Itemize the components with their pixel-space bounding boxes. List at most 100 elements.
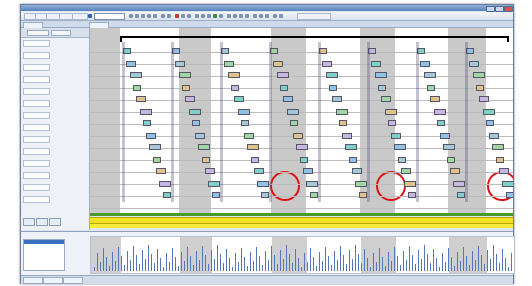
timeline-task-bar[interactable] bbox=[185, 96, 196, 102]
timeline-task-bar[interactable] bbox=[208, 181, 221, 187]
timeline-task-bar[interactable] bbox=[384, 109, 397, 115]
timeline-task-bar[interactable] bbox=[355, 181, 368, 187]
status-tab-3[interactable] bbox=[63, 277, 83, 284]
timeline-task-bar[interactable] bbox=[482, 109, 495, 115]
toolbar-icon[interactable] bbox=[273, 13, 277, 18]
timeline-task-bar[interactable] bbox=[129, 72, 142, 78]
timeline-task-bar[interactable] bbox=[377, 85, 386, 91]
timeline-task-bar[interactable] bbox=[211, 192, 220, 198]
timeline-task-bar[interactable] bbox=[159, 181, 172, 187]
toolbar-icon[interactable] bbox=[141, 13, 145, 18]
timeline-task-bar[interactable] bbox=[407, 192, 416, 198]
timeline-task-bar[interactable] bbox=[374, 72, 387, 78]
timeline-task-bar[interactable] bbox=[420, 61, 431, 67]
timeline-task-bar[interactable] bbox=[450, 168, 460, 174]
timeline-task-bar[interactable] bbox=[299, 157, 308, 163]
track-button-3[interactable] bbox=[49, 218, 61, 226]
track-label[interactable] bbox=[23, 160, 50, 167]
track-label[interactable] bbox=[23, 52, 50, 59]
toolbar-icon[interactable] bbox=[88, 13, 92, 18]
timeline-task-bar[interactable] bbox=[227, 72, 240, 78]
timeline-task-bar[interactable] bbox=[156, 168, 166, 174]
timeline-task-bar[interactable] bbox=[293, 133, 304, 139]
timeline-task-bar[interactable] bbox=[240, 120, 249, 126]
timeline-task-bar[interactable] bbox=[485, 120, 494, 126]
toolbar-icon[interactable] bbox=[187, 13, 191, 18]
timeline-task-bar[interactable] bbox=[279, 85, 288, 91]
toolbar-icon[interactable] bbox=[195, 13, 199, 18]
timeline-task-bar[interactable] bbox=[237, 109, 250, 115]
timeline-task-bar[interactable] bbox=[332, 96, 343, 102]
timeline-task-bar[interactable] bbox=[446, 157, 455, 163]
signal-list-item[interactable] bbox=[24, 252, 64, 256]
toolbar-icon[interactable] bbox=[279, 13, 283, 18]
timeline-task-bar[interactable] bbox=[492, 144, 505, 150]
timeline-task-bar[interactable] bbox=[162, 192, 171, 198]
timeline-task-bar[interactable] bbox=[250, 157, 259, 163]
toolbar-icon[interactable] bbox=[213, 13, 217, 18]
toolbar-icon[interactable] bbox=[259, 13, 263, 18]
timeline-task-bar[interactable] bbox=[430, 96, 441, 102]
timeline-task-bar[interactable] bbox=[296, 144, 309, 150]
timeline-task-bar[interactable] bbox=[283, 96, 294, 102]
timeline-task-bar[interactable] bbox=[345, 144, 358, 150]
timeline-task-bar[interactable] bbox=[443, 144, 456, 150]
toolbar-icon[interactable] bbox=[167, 13, 171, 18]
timeline-task-bar[interactable] bbox=[502, 181, 513, 187]
track-label[interactable] bbox=[23, 64, 50, 71]
timeline-task-bar[interactable] bbox=[453, 181, 466, 187]
timeline-task-bar[interactable] bbox=[475, 85, 484, 91]
timeline-task-bar[interactable] bbox=[322, 61, 333, 67]
toolbar-icon[interactable] bbox=[207, 13, 211, 18]
timeline-task-bar[interactable] bbox=[426, 85, 435, 91]
timeline-task-bar[interactable] bbox=[152, 157, 161, 163]
signal-list[interactable] bbox=[23, 239, 65, 271]
timeline-task-bar[interactable] bbox=[188, 109, 201, 115]
timeline-task-bar[interactable] bbox=[433, 109, 446, 115]
signal-plot[interactable] bbox=[90, 236, 515, 274]
timeline-task-bar[interactable] bbox=[328, 85, 337, 91]
timeline-task-bar[interactable] bbox=[276, 72, 289, 78]
timeline-task-bar[interactable] bbox=[136, 96, 147, 102]
toolbar-icon[interactable] bbox=[161, 13, 165, 18]
timeline-task-bar[interactable] bbox=[286, 109, 299, 115]
timeline-task-bar[interactable] bbox=[306, 181, 319, 187]
timeline-task-bar[interactable] bbox=[132, 85, 141, 91]
track-label[interactable] bbox=[23, 172, 50, 179]
toolbar-icon[interactable] bbox=[135, 13, 139, 18]
toolbar-icon[interactable] bbox=[219, 13, 223, 18]
timeline-task-bar[interactable] bbox=[499, 168, 509, 174]
timeline-task-bar[interactable] bbox=[348, 157, 357, 163]
track-label[interactable] bbox=[23, 76, 50, 83]
timeline-task-bar[interactable] bbox=[139, 109, 152, 115]
timeline-task-bar[interactable] bbox=[381, 96, 392, 102]
toolbar-icon[interactable] bbox=[181, 13, 185, 18]
timeline-task-bar[interactable] bbox=[391, 133, 402, 139]
timeline-task-bar[interactable] bbox=[397, 157, 406, 163]
timeline-task-bar[interactable] bbox=[230, 85, 239, 91]
toolbar-icon[interactable] bbox=[245, 13, 249, 18]
timeline-task-bar[interactable] bbox=[205, 168, 215, 174]
track-label[interactable] bbox=[23, 124, 50, 131]
track-button-2[interactable] bbox=[36, 218, 48, 226]
toolbar-icon[interactable] bbox=[227, 13, 231, 18]
timeline-task-bar[interactable] bbox=[142, 120, 151, 126]
timeline-task-bar[interactable] bbox=[178, 72, 191, 78]
track-label[interactable] bbox=[23, 136, 50, 143]
timeline-task-bar[interactable] bbox=[195, 133, 206, 139]
timeline-gantt-view[interactable] bbox=[90, 28, 513, 213]
timeline-task-bar[interactable] bbox=[309, 192, 318, 198]
toolbar-button-5[interactable] bbox=[72, 13, 88, 20]
timeline-task-bar[interactable] bbox=[273, 61, 284, 67]
timeline-task-bar[interactable] bbox=[303, 168, 313, 174]
track-label[interactable] bbox=[23, 40, 50, 47]
toolbar-icon[interactable] bbox=[175, 13, 179, 18]
toolbar-icon[interactable] bbox=[129, 13, 133, 18]
status-tab-2[interactable] bbox=[43, 277, 63, 284]
toolbar-icon[interactable] bbox=[233, 13, 237, 18]
track-label[interactable] bbox=[23, 196, 50, 203]
timeline-task-bar[interactable] bbox=[191, 120, 200, 126]
timeline-task-bar[interactable] bbox=[201, 157, 210, 163]
toolbar-dropdown[interactable] bbox=[94, 13, 125, 20]
timeline-task-bar[interactable] bbox=[394, 144, 407, 150]
